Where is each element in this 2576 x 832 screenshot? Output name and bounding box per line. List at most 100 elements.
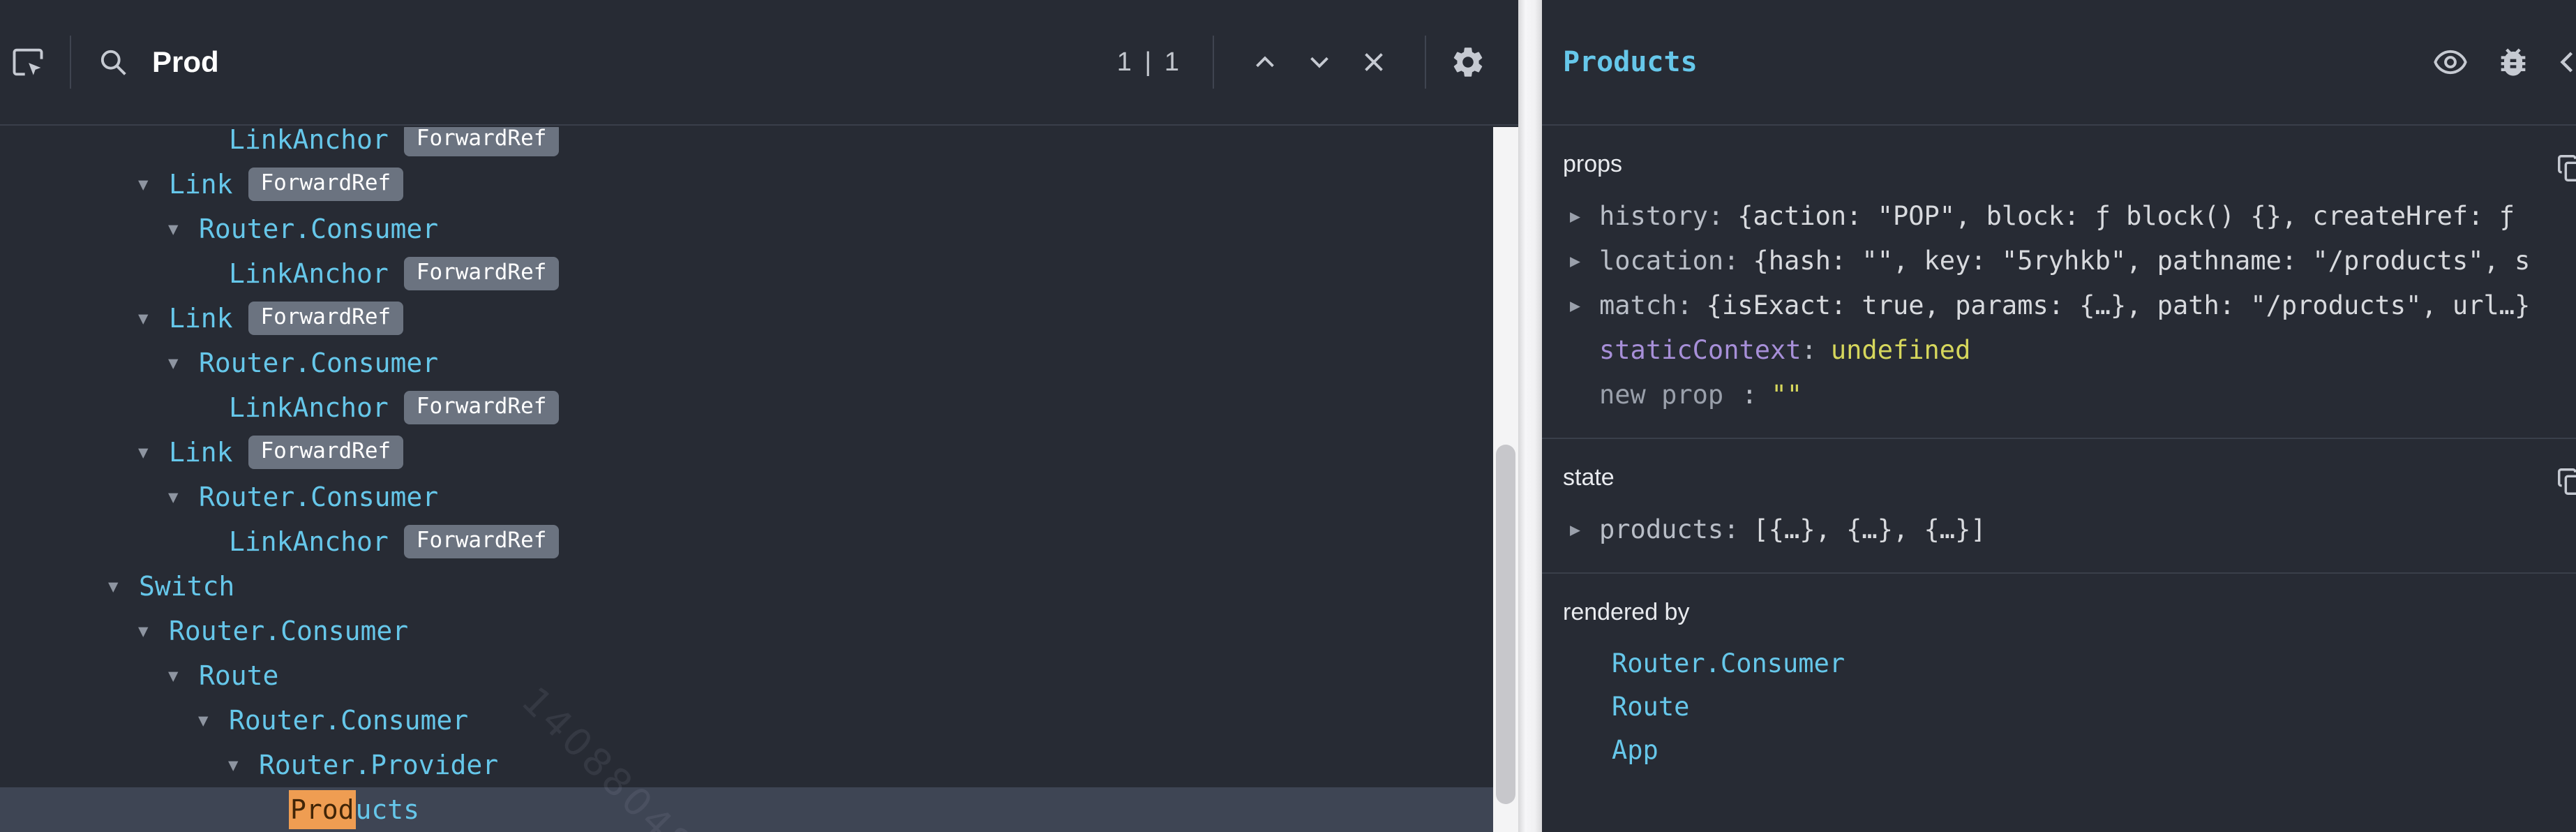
tree-row[interactable]: ▼Router.Consumer xyxy=(0,698,1493,743)
colon: : xyxy=(1677,290,1692,320)
details-panel: Products props xyxy=(1542,0,2576,832)
tree-row[interactable]: ▼Router.Consumer xyxy=(0,341,1493,385)
component-name: Link xyxy=(169,169,233,200)
component-name: Router.Consumer xyxy=(169,616,408,646)
key-name: staticContext xyxy=(1599,335,1802,365)
tree-row[interactable]: ▼Route xyxy=(0,653,1493,698)
value: [{…}, {…}, {…}] xyxy=(1753,514,1986,544)
value: {isExact: true, params: {…}, path: "/pro… xyxy=(1707,290,2531,320)
copy-icon[interactable] xyxy=(2555,466,2576,498)
tree-scrollbar[interactable] xyxy=(1493,127,1518,832)
chevron-down-icon[interactable] xyxy=(1303,46,1335,78)
expander-arrow-icon[interactable]: ▼ xyxy=(168,219,199,239)
expander-arrow-icon[interactable]: ▶ xyxy=(1570,206,1599,226)
state-rows: ▶products:[{…}, {…}, {…}] xyxy=(1542,507,2576,551)
tree-row[interactable]: LinkAnchor ForwardRef xyxy=(0,251,1493,296)
react-devtools-components-panel: { "toolbar": { "search_query": "Prod", "… xyxy=(0,0,2576,832)
tree-row[interactable]: ▼Router.Consumer xyxy=(0,609,1493,653)
search-result-count: 1 | 1 xyxy=(1117,47,1182,77)
key-value-row[interactable]: ▶products:[{…}, {…}, {…}] xyxy=(1542,507,2576,551)
component-name: LinkAnchor xyxy=(229,526,389,557)
expander-arrow-icon[interactable]: ▶ xyxy=(1570,519,1599,540)
copy-icon[interactable] xyxy=(2555,152,2576,184)
tree-row[interactable]: ▼Link ForwardRef xyxy=(0,296,1493,341)
bug-icon[interactable] xyxy=(2495,44,2531,80)
key-name: location xyxy=(1599,246,1723,276)
rendered-by-section: rendered by Router.ConsumerRouteApp xyxy=(1542,574,2576,792)
code-icon[interactable] xyxy=(2558,44,2576,80)
expander-arrow-icon[interactable]: ▼ xyxy=(138,443,169,462)
component-name: LinkAnchor xyxy=(229,258,389,289)
tree-row[interactable]: ▼LinkForwardRef xyxy=(0,162,1493,207)
component-name-rest: ucts xyxy=(356,794,420,825)
value: "" xyxy=(1772,380,1803,410)
component-name: Router.Provider xyxy=(259,750,498,780)
tree-row[interactable]: ▼Router.Consumer xyxy=(0,207,1493,251)
expander-arrow-icon[interactable]: ▼ xyxy=(138,174,169,194)
expander-arrow-icon[interactable]: ▼ xyxy=(168,353,199,373)
component-tree: LinkAnchorForwardRef▼LinkForwardRef▼Rout… xyxy=(0,127,1493,832)
expander-arrow-icon[interactable]: ▼ xyxy=(228,755,259,775)
colon: : xyxy=(1708,201,1723,231)
colon: : xyxy=(1742,380,1757,410)
eye-icon[interactable] xyxy=(2432,44,2469,80)
rendered-by-rows: Router.ConsumerRouteApp xyxy=(1542,641,2576,771)
forwardref-badge: ForwardRef xyxy=(404,525,560,558)
tree-scrollbar-thumb[interactable] xyxy=(1496,445,1515,804)
state-section-title: state xyxy=(1542,464,2576,491)
colon: : xyxy=(1723,514,1739,544)
component-name: Link xyxy=(169,437,233,468)
expander-arrow-icon[interactable]: ▼ xyxy=(138,309,169,328)
tree-row[interactable]: ▼Router.Provider xyxy=(0,743,1493,787)
component-name: LinkAnchor xyxy=(229,392,389,423)
key-value-row[interactable]: ▶match: {isExact: true, params: {…}, path… xyxy=(1542,283,2576,327)
value: {action: "POP", block: ƒ block() {}, cre… xyxy=(1737,201,2515,231)
tree-row[interactable]: LinkAnchor ForwardRef xyxy=(0,385,1493,430)
search-input[interactable] xyxy=(151,45,544,80)
toolbar-separator xyxy=(1213,36,1214,89)
component-name: Switch xyxy=(139,571,234,602)
component-name: LinkAnchor xyxy=(229,127,389,155)
tree-row[interactable]: LinkAnchorForwardRef xyxy=(0,127,1493,162)
gear-icon[interactable] xyxy=(1450,44,1486,80)
forwardref-badge: ForwardRef xyxy=(404,257,560,290)
rendered-by-link[interactable]: App xyxy=(1542,728,2576,771)
forwardref-badge: ForwardRef xyxy=(404,391,560,424)
search-icon xyxy=(95,44,131,80)
component-name: Link xyxy=(169,303,233,334)
value: undefined xyxy=(1831,335,1970,365)
component-name: Router.Consumer xyxy=(229,705,468,736)
key-value-row[interactable]: ▶history: {action: "POP", block: ƒ block(… xyxy=(1542,193,2576,238)
key-name: history xyxy=(1599,201,1708,231)
expander-arrow-icon[interactable]: ▼ xyxy=(108,577,139,596)
rendered-by-link[interactable]: Route xyxy=(1542,685,2576,728)
expander-arrow-icon[interactable]: ▼ xyxy=(138,621,169,641)
forwardref-badge: ForwardRef xyxy=(248,302,404,335)
expander-arrow-icon[interactable]: ▶ xyxy=(1570,251,1599,271)
search-match-highlight: Prod xyxy=(289,790,356,829)
close-icon[interactable] xyxy=(1358,46,1390,78)
props-rows: ▶history:{action: "POP", block: ƒ block(… xyxy=(1542,193,2576,417)
expander-arrow-icon[interactable]: ▶ xyxy=(1570,295,1599,315)
expander-arrow-icon[interactable]: ▼ xyxy=(168,666,199,685)
key-value-row[interactable]: ▶location:{hash: "", key: "5ryhkb", path… xyxy=(1542,238,2576,283)
state-section: state ▶products:[{…}, {…}, {…}] xyxy=(1542,439,2576,574)
tree-toolbar: 1 | 1 xyxy=(0,0,1518,126)
tree-row[interactable]: ▼Router.Consumer xyxy=(0,475,1493,519)
expander-arrow-icon[interactable]: ▼ xyxy=(168,487,199,507)
tree-row[interactable]: LinkAnchor ForwardRef xyxy=(0,519,1493,564)
tree-row[interactable]: Products xyxy=(0,787,1493,832)
new-prop-input-row[interactable]: new prop:"" xyxy=(1542,372,2576,417)
panel-resize-handle[interactable] xyxy=(1518,0,1542,832)
inspect-element-icon[interactable] xyxy=(10,44,46,80)
expander-arrow-icon[interactable]: ▼ xyxy=(198,711,229,730)
rendered-by-link[interactable]: Router.Consumer xyxy=(1542,641,2576,685)
tree-row[interactable]: ▼Switch xyxy=(0,564,1493,609)
chevron-up-icon[interactable] xyxy=(1249,46,1281,78)
key-value-row[interactable]: staticContext:undefined xyxy=(1542,327,2576,372)
component-name: Router.Consumer xyxy=(199,348,438,378)
key-name: match xyxy=(1599,290,1677,320)
value: {hash: "", key: "5ryhkb", pathname: "/pr… xyxy=(1753,246,2531,276)
selected-component-title: Products xyxy=(1563,46,1698,78)
tree-row[interactable]: ▼LinkForwardRef xyxy=(0,430,1493,475)
